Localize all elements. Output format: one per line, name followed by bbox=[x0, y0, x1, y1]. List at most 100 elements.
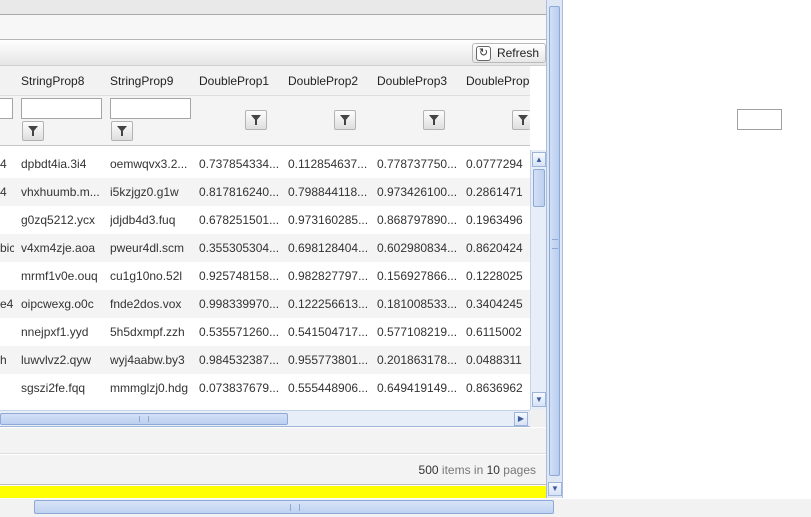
filter-button-doubleprop4[interactable] bbox=[512, 110, 530, 130]
grid-horizontal-scrollbar[interactable]: ▶ bbox=[0, 410, 530, 427]
table-row[interactable]: g0zq5212.ycx jdjdb4d3.fuq 0.678251501...… bbox=[0, 206, 530, 234]
table-cell: 0.2861471 bbox=[466, 185, 523, 199]
column-header-doubleprop3[interactable]: DoubleProp3 bbox=[377, 66, 463, 96]
table-row[interactable]: 4 vhxhuumb.m... i5kzjgz0.g1w 0.817816240… bbox=[0, 178, 530, 206]
refresh-label: Refresh bbox=[496, 46, 539, 60]
table-cell: 0.982827797... bbox=[288, 269, 369, 283]
grid-group-panel bbox=[0, 15, 548, 39]
table-cell: 4 bbox=[0, 185, 7, 199]
table-cell: 0.355305304... bbox=[199, 241, 280, 255]
table-row[interactable]: h luwvlvz2.qyw wyj4aabw.by3 0.984532387.… bbox=[0, 346, 530, 374]
grid-toolbar: ↻ Refresh bbox=[0, 39, 548, 66]
filter-button-stringprop9[interactable] bbox=[111, 121, 133, 141]
table-cell: g0zq5212.ycx bbox=[21, 213, 96, 227]
table-cell: 0.073837679... bbox=[199, 381, 280, 395]
table-cell: 0.181008533... bbox=[377, 297, 458, 311]
table-cell: 0.6115002 bbox=[466, 325, 522, 339]
refresh-icon: ↻ bbox=[475, 46, 491, 61]
table-cell: mmmglzj0.hdg bbox=[110, 381, 189, 395]
grid-vertical-scroll-thumb[interactable] bbox=[533, 169, 545, 207]
table-cell bbox=[0, 262, 14, 290]
table-cell: i5kzjgz0.g1w bbox=[110, 185, 179, 199]
table-cell: 0.649419149... bbox=[377, 381, 458, 395]
table-cell: 0.817816240... bbox=[199, 185, 280, 199]
page-horizontal-scrollbar[interactable] bbox=[0, 499, 811, 517]
grip-icon bbox=[139, 416, 149, 422]
pager-pages-label: pages bbox=[503, 463, 536, 477]
highlight-bar bbox=[0, 486, 548, 498]
table-cell: cu1g10no.52l bbox=[110, 269, 183, 283]
table-cell: 0.798844118... bbox=[288, 185, 368, 199]
table-cell: bic bbox=[0, 241, 14, 255]
filter-row bbox=[0, 96, 530, 146]
table-cell: h bbox=[0, 353, 7, 367]
table-cell: 0.3404245 bbox=[466, 297, 523, 311]
column-header-stringprop8[interactable]: StringProp8 bbox=[21, 66, 107, 96]
chevron-down-icon: ▼ bbox=[551, 484, 559, 493]
table-cell: 0.156927866... bbox=[377, 269, 458, 283]
grid-vertical-scrollbar[interactable]: ▲ ▼ bbox=[530, 150, 546, 410]
table-cell: 0.8620424 bbox=[466, 241, 523, 255]
scroll-right-button[interactable]: ▶ bbox=[514, 412, 528, 426]
table-row[interactable]: mrmf1v0e.ouq cu1g10no.52l 0.925748158...… bbox=[0, 262, 530, 290]
page-scroll-down-button[interactable]: ▼ bbox=[548, 482, 562, 496]
filter-button-stringprop8[interactable] bbox=[22, 121, 44, 141]
filter-button-doubleprop2[interactable] bbox=[334, 110, 356, 130]
filter-input-stringprop9[interactable] bbox=[110, 98, 191, 119]
table-cell: 0.0777294 bbox=[466, 157, 523, 171]
table-cell: 0.973160285... bbox=[288, 213, 369, 227]
table-cell: dpbdt4ia.3i4 bbox=[21, 157, 87, 171]
grid-horizontal-scroll-thumb[interactable] bbox=[0, 413, 288, 425]
filter-button-doubleprop1[interactable] bbox=[245, 110, 267, 130]
table-cell: 0.984532387... bbox=[199, 353, 280, 367]
column-header-row: StringProp8 StringProp9 DoubleProp1 Doub… bbox=[0, 66, 530, 96]
side-text-input[interactable] bbox=[737, 109, 782, 130]
table-row[interactable]: bic v4xm4zje.aoa pweur4dl.scm 0.35530530… bbox=[0, 234, 530, 262]
scroll-down-button[interactable]: ▼ bbox=[532, 392, 546, 407]
page-vertical-scrollbar[interactable]: ▼ bbox=[546, 0, 563, 498]
pager-item-count: 500 bbox=[418, 463, 439, 477]
table-cell: oipcwexg.o0c bbox=[21, 297, 94, 311]
table-cell: wyj4aabw.by3 bbox=[110, 353, 185, 367]
table-row[interactable]: 4 dpbdt4ia.3i4 oemwqvx3.2... 0.737854334… bbox=[0, 150, 530, 178]
chevron-down-icon: ▼ bbox=[535, 395, 543, 404]
table-cell: 0.8636962 bbox=[466, 381, 523, 395]
scroll-up-button[interactable]: ▲ bbox=[532, 152, 546, 167]
table-cell: pweur4dl.scm bbox=[110, 241, 185, 255]
table-cell: e4 bbox=[0, 297, 14, 311]
table-cell: 0.973426100... bbox=[377, 185, 458, 199]
pager-info: 500 items in 10 pages bbox=[419, 455, 536, 485]
table-row[interactable]: e4 oipcwexg.o0c fnde2dos.vox 0.998339970… bbox=[0, 290, 530, 318]
scrollbar-corner bbox=[530, 410, 546, 427]
column-header-doubleprop4[interactable]: DoubleProp bbox=[466, 66, 530, 96]
table-cell: oemwqvx3.2... bbox=[110, 157, 188, 171]
table-cell: 0.541504717... bbox=[288, 325, 369, 339]
page-vertical-scroll-thumb[interactable] bbox=[549, 6, 560, 476]
refresh-button[interactable]: ↻ Refresh bbox=[471, 43, 546, 63]
table-cell: 0.577108219... bbox=[377, 325, 458, 339]
table-cell: 0.1963496 bbox=[466, 213, 523, 227]
table-cell: 5h5dxmpf.zzh bbox=[110, 325, 185, 339]
table-cell: luwvlvz2.qyw bbox=[21, 353, 92, 367]
filter-button-doubleprop3[interactable] bbox=[423, 110, 445, 130]
filter-input-prev-column[interactable] bbox=[0, 98, 13, 119]
column-header-doubleprop2[interactable]: DoubleProp2 bbox=[288, 66, 374, 96]
table-row[interactable]: sgszi2fe.fqq mmmglzj0.hdg 0.073837679...… bbox=[0, 374, 530, 402]
page-horizontal-scroll-thumb[interactable] bbox=[34, 500, 554, 514]
filter-input-stringprop8[interactable] bbox=[21, 98, 102, 119]
table-cell: 0.955773801... bbox=[288, 353, 369, 367]
column-header-stringprop9[interactable]: StringProp9 bbox=[110, 66, 196, 96]
table-cell: 0.1228025 bbox=[466, 269, 523, 283]
table-cell: sgszi2fe.fqq bbox=[21, 381, 86, 395]
table-row[interactable]: nnejpxf1.yyd 5h5dxmpf.zzh 0.535571260...… bbox=[0, 318, 530, 346]
grip-icon bbox=[552, 239, 558, 249]
table-cell: fnde2dos.vox bbox=[110, 297, 182, 311]
column-header-doubleprop1[interactable]: DoubleProp1 bbox=[199, 66, 285, 96]
grid-top-band bbox=[0, 0, 548, 15]
table-cell: 0.602980834... bbox=[377, 241, 458, 255]
pager-page-count: 10 bbox=[486, 463, 500, 477]
grid-footer-band bbox=[0, 428, 548, 454]
table-cell: 0.737854334... bbox=[199, 157, 280, 171]
table-cell: 0.0488311 bbox=[466, 353, 522, 367]
grid-body: 4 dpbdt4ia.3i4 oemwqvx3.2... 0.737854334… bbox=[0, 150, 530, 402]
